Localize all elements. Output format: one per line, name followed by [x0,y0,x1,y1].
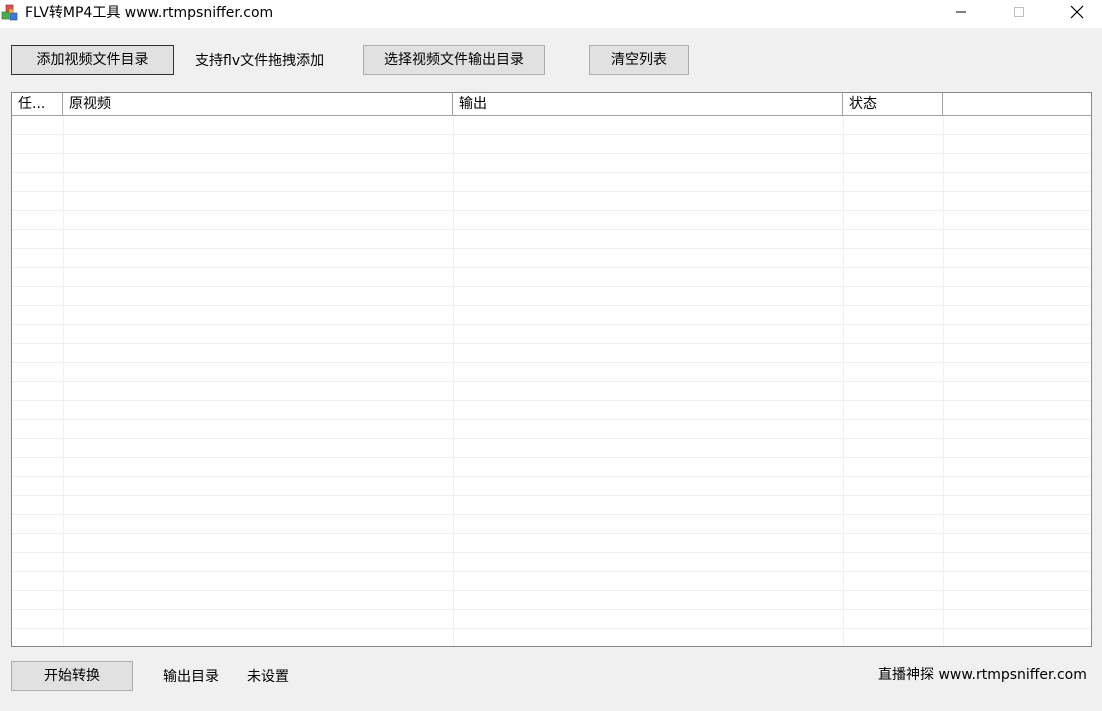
column-header-empty[interactable] [943,93,1091,115]
column-header-source[interactable]: 原视频 [63,93,453,115]
output-dir-value: 未设置 [247,669,289,685]
task-list-view[interactable]: 任... 原视频 输出 状态 [11,92,1092,647]
list-header: 任... 原视频 输出 状态 [12,93,1091,116]
start-convert-button[interactable]: 开始转换 [11,661,133,691]
column-header-status[interactable]: 状态 [843,93,943,115]
list-body[interactable] [12,116,1091,646]
minimize-icon [955,6,967,22]
maximize-icon [1013,6,1025,22]
title-bar[interactable]: FLV转MP4工具 www.rtmpsniffer.com [0,0,1102,28]
close-button[interactable] [1048,0,1102,28]
credit-text: 直播神探 www.rtmpsniffer.com [878,667,1087,683]
close-icon [1070,5,1084,23]
grid-line [63,116,64,646]
grid-line [943,116,944,646]
app-cubes-icon [1,4,19,22]
minimize-button[interactable] [932,0,990,28]
main-window: FLV转MP4工具 www.rtmpsniffer.com 添加视频文件目录 支… [0,0,1102,711]
window-title: FLV转MP4工具 www.rtmpsniffer.com [25,5,274,21]
output-dir-label: 输出目录 [163,669,219,685]
grid-line [843,116,844,646]
clear-list-button[interactable]: 清空列表 [589,45,689,75]
grid-line [453,116,454,646]
maximize-button[interactable] [990,0,1048,28]
column-header-task[interactable]: 任... [12,93,63,115]
add-video-dir-button[interactable]: 添加视频文件目录 [11,45,174,75]
select-output-dir-button[interactable]: 选择视频文件输出目录 [363,45,545,75]
drag-hint-label: 支持flv文件拖拽添加 [195,53,325,69]
column-header-output[interactable]: 输出 [453,93,843,115]
